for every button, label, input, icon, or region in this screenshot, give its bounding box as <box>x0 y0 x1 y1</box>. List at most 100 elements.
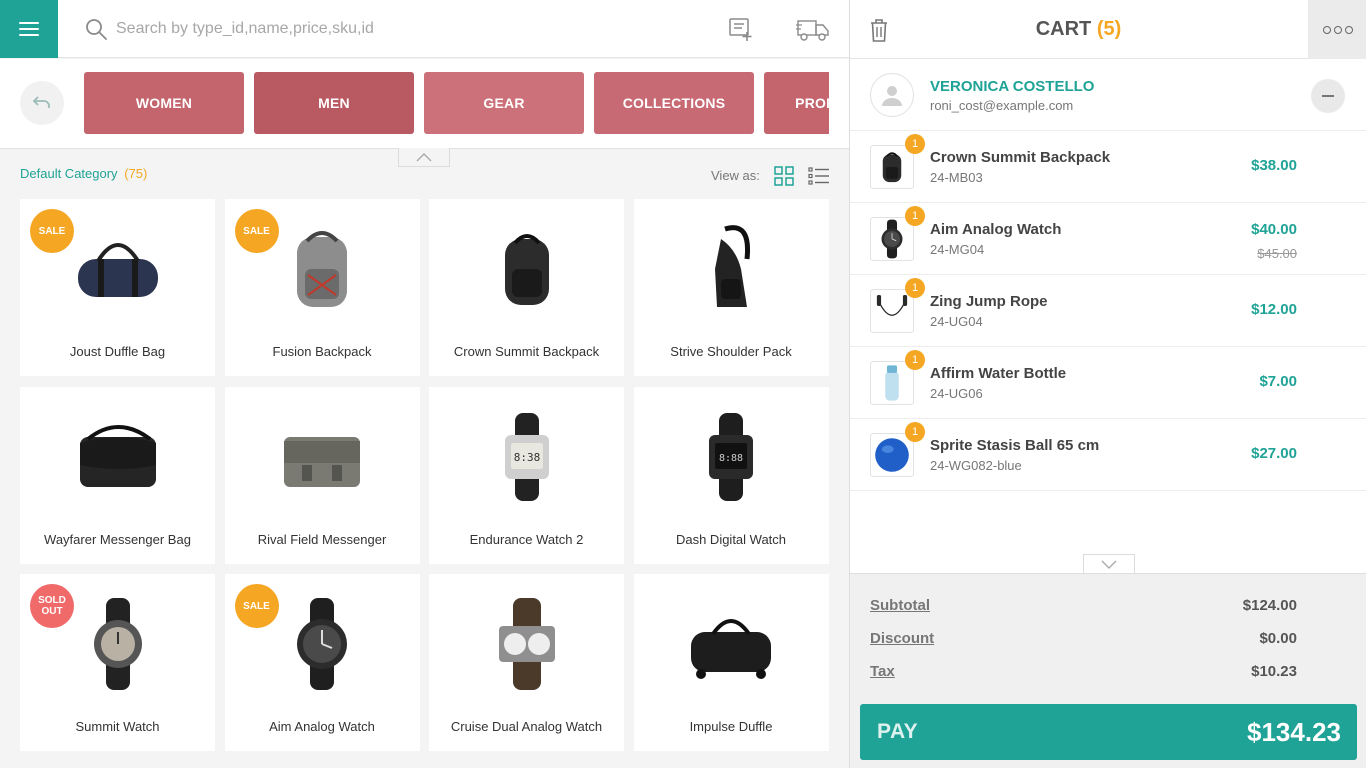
customer-row[interactable]: VERONICA COSTELLO roni_cost@example.com <box>850 60 1366 131</box>
sale-badge: SALE <box>234 209 279 253</box>
cart-item[interactable]: 1 Zing Jump Rope 24-UG04 $12.00 <box>850 275 1366 347</box>
category-bar: WOMEN MEN GEAR COLLECTIONS PROMOTIONS <box>0 59 849 149</box>
product-card[interactable]: Impulse Duffle <box>633 574 829 751</box>
cart-item-sku: 24-UG04 <box>930 314 983 329</box>
product-card[interactable]: 8:38 Endurance Watch 2 <box>429 386 624 564</box>
cart-item[interactable]: 1 Sprite Stasis Ball 65 cm 24-WG082-blue $2… <box>850 419 1366 491</box>
breadcrumb-label[interactable]: Default Category <box>20 166 118 181</box>
product-card[interactable]: SALE Joust Duffle Bag <box>20 199 215 376</box>
subtotal-value: $124.00 <box>1242 597 1297 614</box>
product-card[interactable]: SALE Aim Analog Watch <box>224 574 420 751</box>
back-button[interactable] <box>20 81 64 125</box>
cart-item[interactable]: 1 Affirm Water Bottle 24-UG06 $7.00 <box>850 347 1366 419</box>
product-name: Cruise Dual Analog Watch <box>450 719 603 734</box>
cart-item-price: $38.00 <box>1251 157 1297 174</box>
discount-label[interactable]: Discount <box>870 630 934 647</box>
product-name: Rival Field Messenger <box>257 531 387 547</box>
product-name: Impulse Duffle <box>689 719 773 734</box>
product-name: Dash Digital Watch <box>675 531 787 547</box>
collapse-categories-button[interactable] <box>398 148 450 167</box>
sold-out-badge: SOLD OUT <box>30 584 74 628</box>
chevron-down-icon <box>1101 560 1117 569</box>
subtotal-label[interactable]: Subtotal <box>870 597 930 614</box>
category-tile-promotions[interactable]: PROMOTIONS <box>764 72 829 134</box>
cart-header: CART (5) <box>850 0 1366 59</box>
grid-view-icon[interactable] <box>774 166 794 186</box>
list-view-icon[interactable] <box>808 166 830 186</box>
product-card[interactable]: Cruise Dual Analog Watch <box>429 574 624 751</box>
product-card[interactable]: Wayfarer Messenger Bag <box>20 386 215 564</box>
category-label: COLLECTIONS <box>622 95 726 111</box>
quantity-badge: 1 <box>905 278 925 298</box>
backpack-black-icon <box>429 199 624 339</box>
cart-item[interactable]: 1 Aim Analog Watch 24-MG04 $40.00 $45.00 <box>850 203 1366 275</box>
product-card[interactable]: Strive Shoulder Pack <box>633 199 829 376</box>
dual-watch-icon <box>429 574 624 714</box>
top-bar <box>0 0 849 58</box>
product-card[interactable]: Crown Summit Backpack <box>429 199 624 376</box>
new-order-icon[interactable] <box>728 16 754 42</box>
jump-rope-icon <box>870 289 914 333</box>
remove-customer-button[interactable] <box>1311 79 1345 113</box>
chevron-up-icon <box>416 152 432 161</box>
product-card[interactable]: Rival Field Messenger <box>224 386 420 564</box>
quantity-badge: 1 <box>905 350 925 370</box>
cart-item[interactable]: 1 Crown Summit Backpack 24-MB03 $38.00 <box>850 131 1366 203</box>
minus-icon <box>1322 95 1334 97</box>
cart-item-name: Affirm Water Bottle <box>930 365 1067 382</box>
product-name: Aim Analog Watch <box>269 719 375 734</box>
discount-value: $0.00 <box>1259 630 1297 647</box>
category-tile-collections[interactable]: COLLECTIONS <box>594 72 754 134</box>
category-tile-men[interactable]: MEN <box>254 72 414 134</box>
sale-badge: SALE <box>30 209 74 253</box>
digital-watch-silver-icon: 8:38 <box>429 387 624 527</box>
expand-totals-button[interactable] <box>1083 554 1135 573</box>
analog-watch-icon <box>870 217 914 261</box>
search-input[interactable] <box>116 14 676 44</box>
category-count: (75) <box>124 166 148 181</box>
cart-item-name: Aim Analog Watch <box>930 221 1062 238</box>
cart-item-name: Crown Summit Backpack <box>930 149 1111 166</box>
breadcrumb[interactable]: Default Category (75) <box>20 166 147 181</box>
tax-row: Tax $10.23 <box>870 663 1297 685</box>
product-name: Wayfarer Messenger Bag <box>44 531 191 547</box>
customer-email: roni_cost@example.com <box>930 98 1074 113</box>
category-carousel: WOMEN MEN GEAR COLLECTIONS PROMOTIONS <box>84 72 829 134</box>
customer-name: VERONICA COSTELLO <box>930 78 1095 95</box>
blue-ball-icon <box>870 433 914 477</box>
product-name: Fusion Backpack <box>272 344 372 359</box>
quantity-badge: 1 <box>905 206 925 226</box>
cart-item-name: Zing Jump Rope <box>930 293 1048 310</box>
rolling-duffle-icon <box>634 574 829 714</box>
cart-title: CART (5) <box>850 18 1307 41</box>
sale-badge: SALE <box>234 584 279 628</box>
catalog-panel: WOMEN MEN GEAR COLLECTIONS PROMOTIONS Defaul… <box>0 0 849 768</box>
category-tile-gear[interactable]: GEAR <box>424 72 584 134</box>
cart-item-sku: 24-MB03 <box>930 170 983 185</box>
tax-label[interactable]: Tax <box>870 663 895 680</box>
messenger-gray-icon <box>225 387 420 527</box>
product-card[interactable]: SALE Fusion Backpack <box>224 199 420 376</box>
category-label: WOMEN <box>135 95 193 111</box>
more-options-button[interactable] <box>1308 0 1366 59</box>
shipping-truck-icon[interactable] <box>796 15 830 43</box>
product-card[interactable]: 8:88 Dash Digital Watch <box>633 386 829 564</box>
view-as-label: View as: <box>711 168 760 183</box>
product-name: Strive Shoulder Pack <box>670 344 792 359</box>
cart-title-label: CART <box>1035 18 1092 40</box>
subtotal-row: Subtotal $124.00 <box>870 597 1297 619</box>
cart-item-price: $27.00 <box>1251 445 1297 462</box>
product-card[interactable]: SOLD OUT Summit Watch <box>20 574 215 751</box>
category-tile-women[interactable]: WOMEN <box>84 72 244 134</box>
product-name: Joust Duffle Bag <box>69 344 166 359</box>
cart-item-sku: 24-MG04 <box>930 242 985 257</box>
cart-item-price: $7.00 <box>1259 373 1297 390</box>
dot-icon <box>1344 25 1353 34</box>
cart-item-sku: 24-WG082-blue <box>930 458 1022 473</box>
dot-icon <box>1333 25 1342 34</box>
hamburger-menu-button[interactable] <box>0 0 58 58</box>
cart-item-sku: 24-UG06 <box>930 386 983 401</box>
cart-item-original-price: $45.00 <box>1257 246 1297 261</box>
cart-item-price: $40.00 <box>1251 221 1297 238</box>
pay-button[interactable]: PAY $134.23 <box>860 704 1357 760</box>
